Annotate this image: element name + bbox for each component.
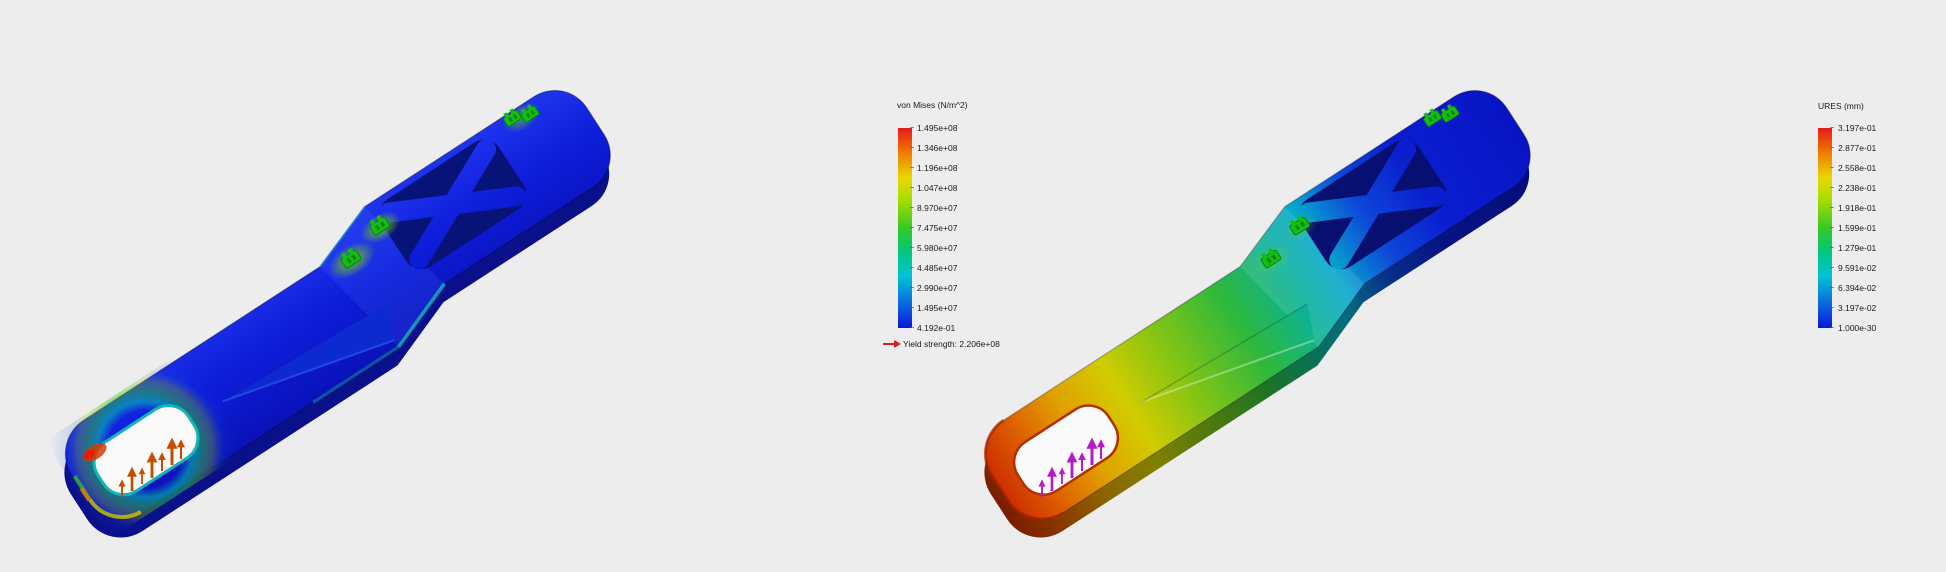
legend-value: 7.475e+07 [917, 223, 957, 233]
legend-value: 6.394e-02 [1838, 283, 1876, 293]
legend-value: 1.279e-01 [1838, 243, 1876, 253]
legend-value: 1.047e+08 [917, 183, 957, 193]
simulation-results-canvas: von Mises (N/m^2) 1.495e+08 1.346e+08 1.… [0, 0, 1946, 572]
color-scale-bar [898, 128, 912, 328]
legend-value: 1.196e+08 [917, 163, 957, 173]
legend-value: 2.558e-01 [1838, 163, 1876, 173]
color-scale-bar [1818, 128, 1832, 328]
legend-value: 1.346e+08 [917, 143, 957, 153]
legend-value: 3.197e-01 [1838, 123, 1876, 133]
legend-value: 1.000e-30 [1838, 323, 1876, 333]
legend-value: 8.970e+07 [917, 203, 957, 213]
legend-value: 5.980e+07 [917, 243, 957, 253]
displacement-model [946, 74, 1569, 553]
legend-value: 1.495e+07 [917, 303, 957, 313]
legend-value: 4.192e-01 [917, 323, 955, 333]
legend-value: 1.918e-01 [1838, 203, 1876, 213]
von-mises-model [26, 74, 649, 553]
legend-value: 9.591e-02 [1838, 263, 1876, 273]
legend-title: von Mises (N/m^2) [897, 100, 968, 110]
legend-value: 3.197e-02 [1838, 303, 1876, 313]
legend-value: 2.990e+07 [917, 283, 957, 293]
legend-value: 2.238e-01 [1838, 183, 1876, 193]
legend-title: URES (mm) [1818, 101, 1864, 111]
yield-arrow-head [894, 340, 901, 348]
yield-arrow-shaft [883, 343, 894, 345]
legend-value: 4.485e+07 [917, 263, 957, 273]
legend-value: 1.495e+08 [917, 123, 957, 133]
yield-strength-label: Yield strength: 2.206e+08 [903, 339, 1000, 349]
legend-value: 2.877e-01 [1838, 143, 1876, 153]
models-layer [0, 0, 1946, 572]
legend-value: 1.599e-01 [1838, 223, 1876, 233]
